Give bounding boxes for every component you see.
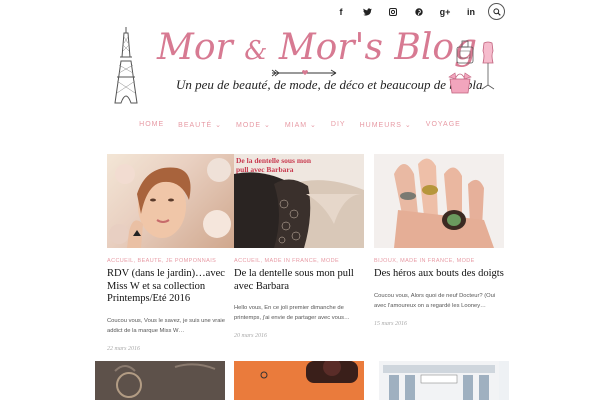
main-nav: HOME BEAUTÉ ⌄ MODE ⌄ MIAM ⌄ DIY HUMEURS … [0,121,600,129]
post-excerpt: Coucou vous, Vous le savez, je suis une … [107,317,225,334]
post-card: De la dentelle sous mon pull avec Barbar… [234,154,364,339]
instagram-icon[interactable] [380,4,406,20]
facebook-icon[interactable]: f [328,4,354,20]
eiffel-tower-icon [114,27,138,104]
nav-item-miam[interactable]: MIAM ⌄ [278,121,324,129]
chevron-down-icon: ⌄ [212,122,222,129]
nav-item-humeurs[interactable]: HUMEURS ⌄ [353,121,419,129]
blog-tagline: Un peu de beauté, de mode, de déco et be… [176,77,483,92]
post-excerpt: Hello vous, En ce joli premier dimanche … [234,305,350,321]
nav-item-label: HUMEURS [359,122,402,129]
blog-title-amp: & [244,36,268,66]
search-button[interactable] [488,3,505,20]
post-card: BIJOUX, MADE IN FRANCE, MODE Des héros a… [374,154,504,327]
post-date: 15 mars 2016 [374,320,408,327]
nav-item-home[interactable]: HOME [132,121,171,129]
post-date: 22 mars 2016 [107,345,141,352]
nav-item-label: BEAUTÉ [178,122,213,129]
post-title[interactable]: Des héros aux bouts des doigts [374,268,504,281]
shopfront-image [379,361,499,400]
post-title[interactable]: RDV (dans le jardin)…avec Miss W et sa c… [107,268,237,306]
post-categories[interactable]: ACCUEIL, BEAUTÉ, JE POMPONNAIS [107,258,237,264]
nav-item-voyage[interactable]: VOYAGE [419,121,468,129]
portrait-image [109,158,231,248]
blog-title-left: Mor [157,27,233,68]
post-date: 20 mars 2016 [234,333,268,339]
rings-hand-image [374,154,504,248]
pinterest-icon[interactable] [406,4,432,20]
post-card: ACCUEIL, BEAUTÉ, JE POMPONNAIS RDV (dans… [107,154,237,352]
chevron-down-icon: ⌄ [261,122,271,129]
arrow-heart-icon [271,69,337,77]
nav-item-beaute[interactable]: BEAUTÉ ⌄ [171,121,229,129]
blog-title-right: Mor's Blog [278,27,478,68]
nav-item-label: MODE [236,122,261,129]
post-thumbnail[interactable] [379,361,509,400]
linkedin-icon[interactable]: in [458,4,484,20]
googleplus-icon[interactable]: g+ [432,4,458,20]
blog-header: Mor & Mor's Blog Un peu de beauté, de mo… [100,25,500,105]
post-thumbnail[interactable] [234,361,364,400]
post-thumbnail[interactable] [374,154,504,248]
post-excerpt: Coucou vous, Alors quoi de neuf Docteur?… [374,292,496,309]
nav-item-diy[interactable]: DIY [324,121,353,129]
post-thumbnail[interactable]: De la dentelle sous mon pull avec Barbar… [234,154,364,248]
post-categories[interactable]: BIJOUX, MADE IN FRANCE, MODE [374,258,504,264]
twitter-icon[interactable] [354,4,380,20]
social-bar: f g+ in [328,4,484,20]
post-title[interactable]: De la dentelle sous mon pull avec Barbar… [234,268,364,293]
blog-title[interactable]: Mor & Mor's Blog [157,27,477,68]
dress-form-icon [481,41,495,90]
nav-item-mode[interactable]: MODE ⌄ [229,121,278,129]
post-thumbnail-overlay: De la dentelle sous mon pull avec Barbar… [236,156,311,174]
bag-icon [448,72,472,94]
nav-item-label: MIAM [284,122,308,129]
search-icon [492,7,501,16]
ornament-image [95,361,225,400]
chevron-down-icon: ⌄ [401,122,412,129]
chevron-down-icon: ⌄ [307,122,317,129]
orange-objects-image [234,361,364,400]
post-categories[interactable]: ACCUEIL, MADE IN FRANCE, MODE [234,258,364,264]
post-thumbnail[interactable] [95,361,225,400]
post-thumbnail[interactable] [107,154,237,248]
perfume-bottle-icon [456,40,474,64]
